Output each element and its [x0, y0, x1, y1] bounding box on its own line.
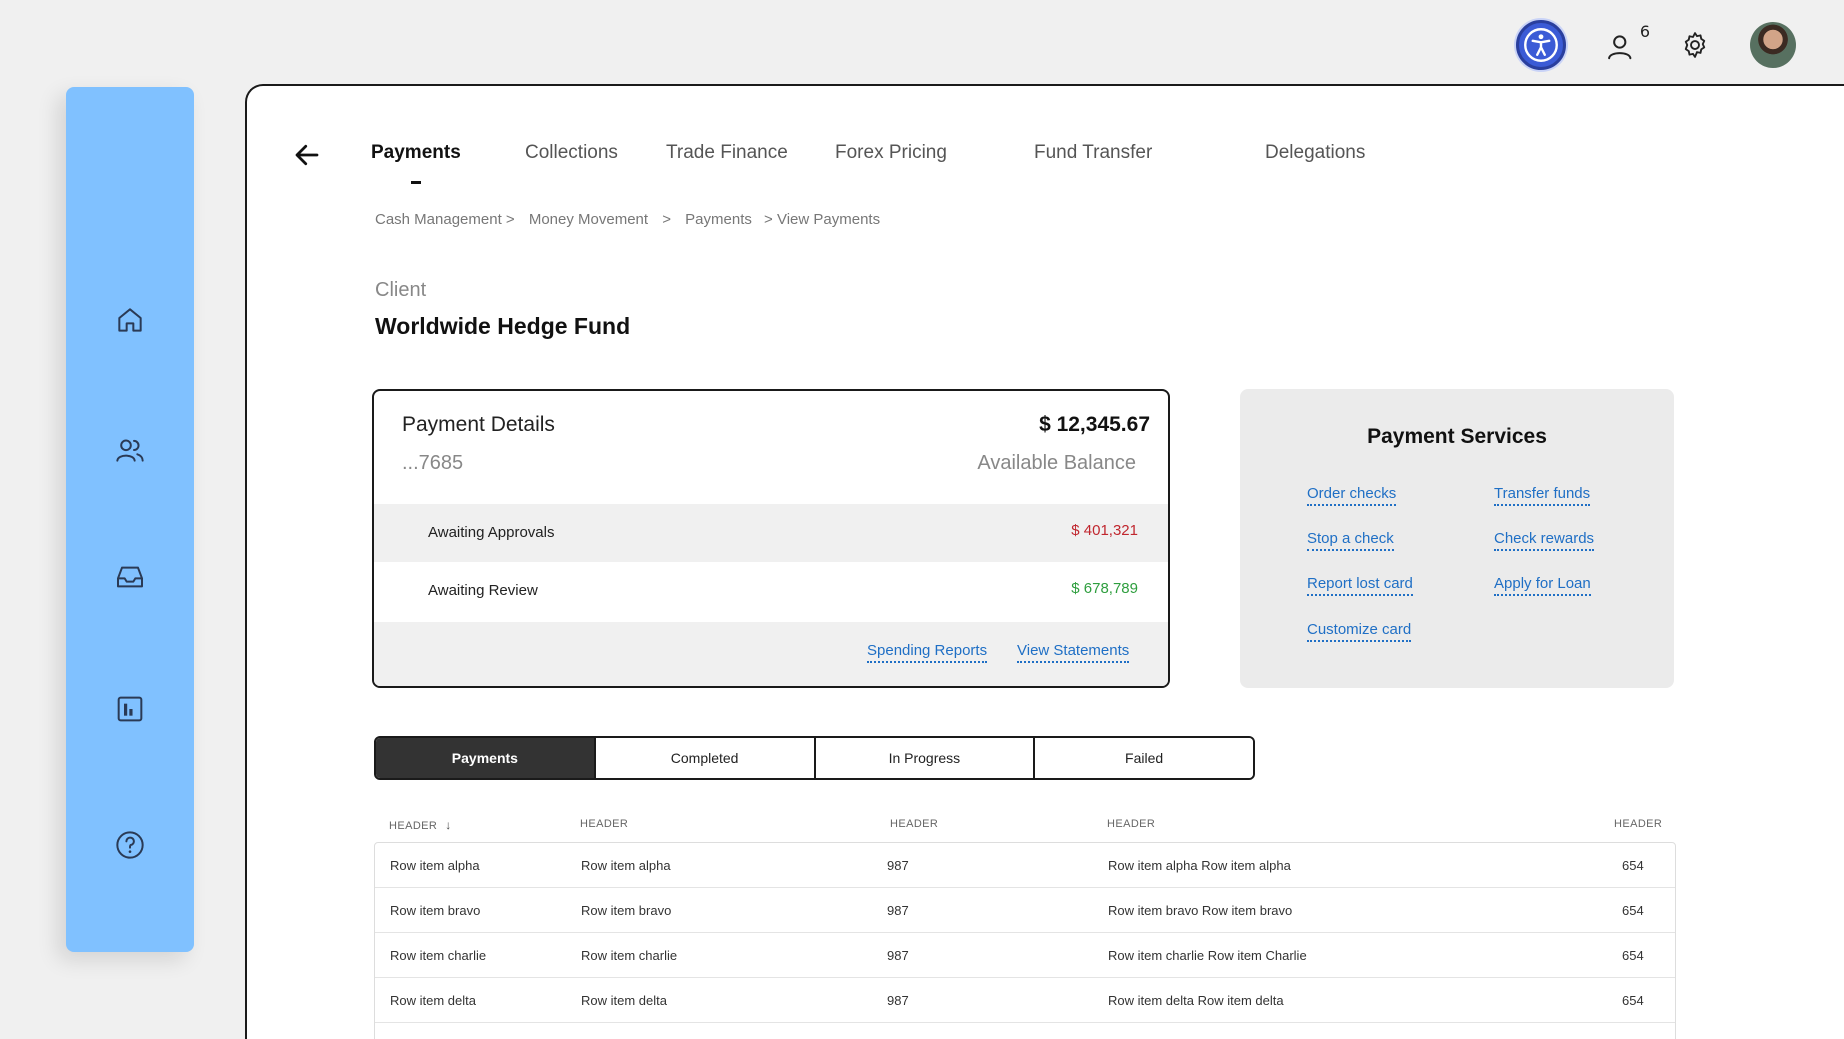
stop-a-check-link[interactable]: Stop a check	[1307, 530, 1394, 551]
accessibility-button[interactable]	[1516, 20, 1566, 70]
tab-trade-finance[interactable]: Trade Finance	[666, 142, 788, 164]
payment-services-title: Payment Services	[1367, 425, 1547, 448]
check-rewards-link[interactable]: Check rewards	[1494, 530, 1595, 551]
transfer-funds-link[interactable]: Transfer funds	[1494, 485, 1591, 506]
column-header-2[interactable]: HEADER	[580, 818, 628, 830]
back-arrow-icon[interactable]	[292, 140, 322, 170]
table-cell: Row item charlie	[581, 948, 678, 963]
apply-for-loan-link[interactable]: Apply for Loan	[1494, 575, 1591, 596]
gear-icon[interactable]	[1680, 30, 1710, 60]
table-cell: 654	[1622, 948, 1644, 963]
sort-down-arrow-icon[interactable]: ↓	[445, 818, 451, 832]
filter-payments[interactable]: Payments	[376, 738, 594, 778]
payment-details-footer: Spending Reports View Statements	[374, 622, 1168, 686]
table-cell: Row item bravo	[581, 903, 672, 918]
help-icon	[116, 831, 144, 859]
awaiting-approvals-row[interactable]: Awaiting Approvals $ 401,321	[374, 504, 1168, 562]
table-cell: Row item delta	[581, 993, 667, 1008]
table-cell: Row item alpha	[581, 858, 671, 873]
accessibility-icon	[1524, 28, 1558, 62]
payments-table: HEADER ↓ HEADER HEADER HEADER HEADER Row …	[374, 806, 1676, 1039]
table-cell: Row item delta Row item delta	[1108, 993, 1284, 1008]
breadcrumb-separator: >	[662, 211, 671, 228]
tab-fund-transfer[interactable]: Fund Transfer	[1034, 142, 1152, 164]
awaiting-review-label: Awaiting Review	[428, 582, 538, 599]
table-cell: 987	[887, 858, 909, 873]
sidebar-item-home[interactable]	[114, 304, 146, 336]
payment-status-filter: Payments Completed In Progress Failed	[374, 736, 1255, 780]
table-cell: Row item alpha	[390, 858, 480, 873]
table-row[interactable]: Row item alpha Row item alpha 987 Row it…	[375, 843, 1675, 888]
report-lost-card-link[interactable]: Report lost card	[1307, 575, 1413, 596]
notification-count: 6	[1639, 22, 1650, 41]
table-cell: 654	[1622, 903, 1644, 918]
sidebar	[66, 87, 194, 952]
column-header-5[interactable]: HEADER	[1614, 818, 1662, 830]
table-cell: Row item bravo Row item bravo	[1108, 903, 1293, 918]
sidebar-item-inbox[interactable]	[114, 561, 146, 593]
column-header-1[interactable]: HEADER ↓	[389, 818, 452, 832]
breadcrumb-money-movement[interactable]: Money Movement	[529, 211, 648, 228]
customize-card-link[interactable]: Customize card	[1307, 621, 1412, 642]
inbox-icon	[117, 566, 143, 588]
awaiting-approvals-label: Awaiting Approvals	[428, 524, 555, 541]
awaiting-approvals-value: $ 401,321	[1071, 522, 1138, 539]
main-panel: Payments Collections Trade Finance Forex…	[245, 84, 1844, 1039]
user-avatar[interactable]	[1750, 22, 1796, 68]
filter-completed[interactable]: Completed	[593, 738, 814, 778]
column-header-label: HEADER	[389, 820, 438, 832]
table-cell: 987	[887, 993, 909, 1008]
table-header-row: HEADER ↓ HEADER HEADER HEADER HEADER	[374, 806, 1676, 842]
table-cell: Row item bravo	[390, 903, 481, 918]
top-utility-bar: 6	[1516, 20, 1796, 70]
table-cell: Row item charlie	[390, 948, 487, 963]
awaiting-review-row[interactable]: Awaiting Review $ 678,789	[374, 562, 1168, 620]
table-row[interactable]: Row item bravo Row item bravo 987 Row it…	[375, 888, 1675, 933]
payment-amount: $ 12,345.67	[1039, 413, 1150, 436]
table-cell: 987	[887, 903, 909, 918]
account-number: ...7685	[402, 452, 464, 474]
users-icon	[116, 439, 144, 462]
tab-forex-pricing[interactable]: Forex Pricing	[835, 142, 947, 164]
tab-delegations[interactable]: Delegations	[1265, 142, 1365, 164]
breadcrumb-view-payments: > View Payments	[764, 211, 881, 228]
column-header-4[interactable]: HEADER	[1107, 818, 1155, 830]
awaiting-review-value: $ 678,789	[1071, 580, 1138, 597]
order-checks-link[interactable]: Order checks	[1307, 485, 1397, 506]
filter-in-progress[interactable]: In Progress	[813, 738, 1034, 778]
home-icon	[118, 308, 142, 332]
payment-services-card: Payment Services Order checks Transfer f…	[1240, 389, 1674, 688]
table-cell: Row item alpha Row item alpha	[1108, 858, 1291, 873]
sidebar-item-reports[interactable]	[114, 693, 146, 725]
column-header-3[interactable]: HEADER	[890, 818, 938, 830]
table-cell: Row item charlie Row item Charlie	[1108, 948, 1307, 963]
breadcrumb: Cash Management > Money Movement > Payme…	[375, 211, 886, 228]
available-balance-label: Available Balance	[977, 452, 1136, 474]
table-cell: Row item delta	[390, 993, 476, 1008]
table-row[interactable]: Row item charlie Row item charlie 987 Ro…	[375, 933, 1675, 978]
view-statements-link[interactable]: View Statements	[1017, 642, 1130, 663]
report-icon	[117, 696, 143, 722]
user-notifications-button[interactable]: 6	[1606, 22, 1650, 62]
table-cell: 654	[1622, 858, 1644, 873]
payment-details-title: Payment Details	[402, 413, 555, 436]
filter-failed[interactable]: Failed	[1033, 738, 1253, 778]
tab-collections[interactable]: Collections	[525, 142, 618, 164]
table-row[interactable]: Row item delta Row item delta 987 Row it…	[375, 978, 1675, 1023]
table-cell: 987	[887, 948, 909, 963]
table-body: Row item alpha Row item alpha 987 Row it…	[374, 842, 1676, 1039]
payment-details-card: Payment Details $ 12,345.67 ...7685 Avai…	[372, 389, 1170, 688]
breadcrumb-payments[interactable]: Payments	[685, 211, 752, 228]
table-row-partial[interactable]	[375, 1023, 1675, 1039]
user-icon	[1608, 35, 1632, 60]
table-cell: 654	[1622, 993, 1644, 1008]
sidebar-item-users[interactable]	[114, 434, 146, 466]
client-name: Worldwide Hedge Fund	[375, 313, 631, 339]
client-label: Client	[375, 279, 427, 301]
breadcrumb-cash-management[interactable]: Cash Management >	[375, 211, 515, 228]
spending-reports-link[interactable]: Spending Reports	[867, 642, 988, 663]
tab-payments[interactable]: Payments	[371, 142, 461, 164]
sidebar-item-help[interactable]	[114, 829, 146, 861]
